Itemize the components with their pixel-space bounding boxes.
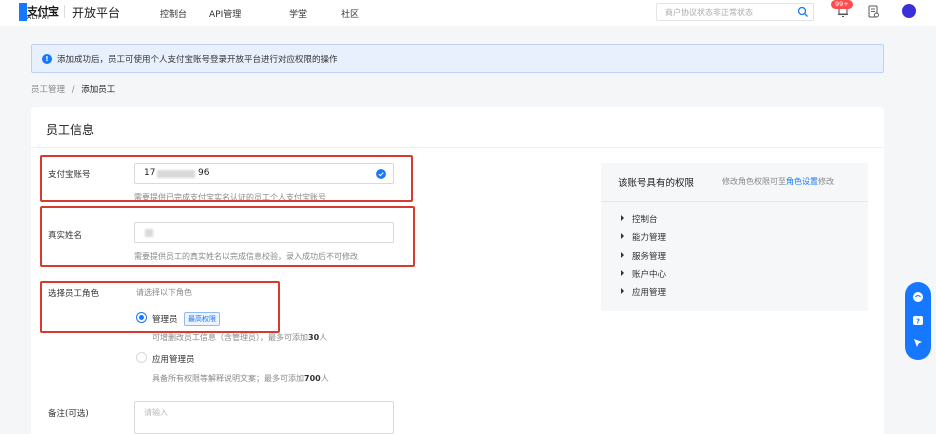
permission-divider bbox=[601, 201, 868, 202]
nav-community[interactable]: 社区 bbox=[341, 7, 359, 20]
breadcrumb-parent[interactable]: 员工管理 bbox=[31, 85, 65, 95]
alipay-logo[interactable] bbox=[19, 3, 27, 21]
help-icon[interactable]: ? bbox=[912, 315, 924, 327]
permission-item-label: 应用管理 bbox=[632, 288, 667, 298]
card-divider bbox=[31, 147, 884, 148]
top-nav: 支付宝 ALIPAY 开放平台 控制台 API管理 学堂 社区 商户协议状态非正… bbox=[0, 0, 936, 26]
role-app-admin-radio[interactable] bbox=[136, 352, 147, 363]
chat-icon[interactable] bbox=[912, 291, 924, 303]
role-app-admin-desc-unit: 人 bbox=[320, 374, 329, 383]
breadcrumb-separator: / bbox=[71, 85, 75, 95]
permission-item[interactable]: 控制台 bbox=[621, 213, 658, 225]
annotation-box-name bbox=[40, 206, 415, 267]
permission-item-label: 控制台 bbox=[632, 215, 658, 225]
info-alert: ! 添加成功后，员工可使用个人支付宝账号登录开放平台进行对应权限的操作 bbox=[31, 44, 884, 73]
search-placeholder: 商户协议状态非正常状态 bbox=[665, 8, 753, 17]
permission-item-label: 服务管理 bbox=[632, 252, 667, 262]
role-admin-limit: 30 bbox=[308, 333, 320, 342]
permission-item[interactable]: 账户中心 bbox=[621, 268, 666, 280]
notification-badge: 99+ bbox=[831, 0, 853, 9]
breadcrumb-current: 添加员工 bbox=[81, 85, 116, 95]
role-admin-desc: 可增删改员工信息（含管理员），最多可添加30人 bbox=[152, 332, 327, 343]
cursor-icon[interactable] bbox=[912, 337, 924, 349]
remark-textarea[interactable]: 请输入 bbox=[134, 401, 394, 434]
permission-subtext: 修改角色权限可至角色设置修改 bbox=[722, 176, 834, 187]
annotation-box-account bbox=[40, 155, 413, 202]
search-input[interactable]: 商户协议状态非正常状态 bbox=[656, 3, 814, 21]
caret-right-icon bbox=[621, 233, 624, 239]
alert-text: 添加成功后，员工可使用个人支付宝账号登录开放平台进行对应权限的操作 bbox=[57, 55, 338, 65]
permission-title: 该账号具有的权限 bbox=[618, 178, 695, 189]
role-app-admin-desc-text: 具备所有权限等解释说明文案；最多可添加 bbox=[152, 374, 304, 383]
brand-divider bbox=[64, 5, 65, 18]
caret-right-icon bbox=[621, 252, 624, 258]
brand-name-en: ALIPAY bbox=[27, 14, 51, 21]
role-admin-desc-unit: 人 bbox=[319, 333, 328, 342]
permission-panel: 该账号具有的权限 修改角色权限可至角色设置修改 控制台 能力管理 服务管理 账户… bbox=[601, 163, 868, 311]
role-admin-desc-text: 可增删改员工信息（含管理员），最多可添加 bbox=[152, 333, 308, 342]
annotation-box-role bbox=[40, 281, 280, 333]
nav-academy[interactable]: 学堂 bbox=[289, 7, 307, 20]
role-settings-link[interactable]: 角色设置 bbox=[786, 177, 818, 186]
nav-api-management[interactable]: API管理 bbox=[209, 7, 241, 20]
document-icon[interactable] bbox=[868, 5, 879, 18]
permission-item[interactable]: 能力管理 bbox=[621, 231, 666, 243]
permission-item-label: 账户中心 bbox=[632, 270, 667, 280]
caret-right-icon bbox=[621, 270, 624, 276]
role-app-admin-label[interactable]: 应用管理员 bbox=[152, 353, 195, 365]
remark-label: 备注(可选) bbox=[48, 409, 89, 419]
svg-text:?: ? bbox=[916, 318, 920, 326]
permission-item[interactable]: 服务管理 bbox=[621, 250, 666, 262]
permission-subtext-post: 修改 bbox=[818, 177, 834, 186]
role-app-admin-desc: 具备所有权限等解释说明文案；最多可添加700人 bbox=[152, 373, 329, 384]
permission-item[interactable]: 应用管理 bbox=[621, 286, 666, 298]
avatar[interactable] bbox=[902, 4, 916, 18]
permission-subtext-pre: 修改角色权限可至 bbox=[722, 177, 786, 186]
remark-placeholder: 请输入 bbox=[144, 408, 168, 417]
platform-title[interactable]: 开放平台 bbox=[72, 4, 120, 21]
card-title: 员工信息 bbox=[46, 123, 95, 137]
caret-right-icon bbox=[621, 215, 624, 221]
breadcrumb: 员工管理 / 添加员工 bbox=[31, 83, 115, 95]
search-icon[interactable] bbox=[797, 6, 809, 18]
info-icon: ! bbox=[42, 54, 52, 64]
caret-right-icon bbox=[621, 288, 624, 294]
nav-console[interactable]: 控制台 bbox=[160, 7, 187, 20]
role-app-admin-limit: 700 bbox=[304, 374, 321, 383]
permission-item-label: 能力管理 bbox=[632, 233, 667, 243]
floating-help-bar: ? bbox=[905, 282, 931, 360]
